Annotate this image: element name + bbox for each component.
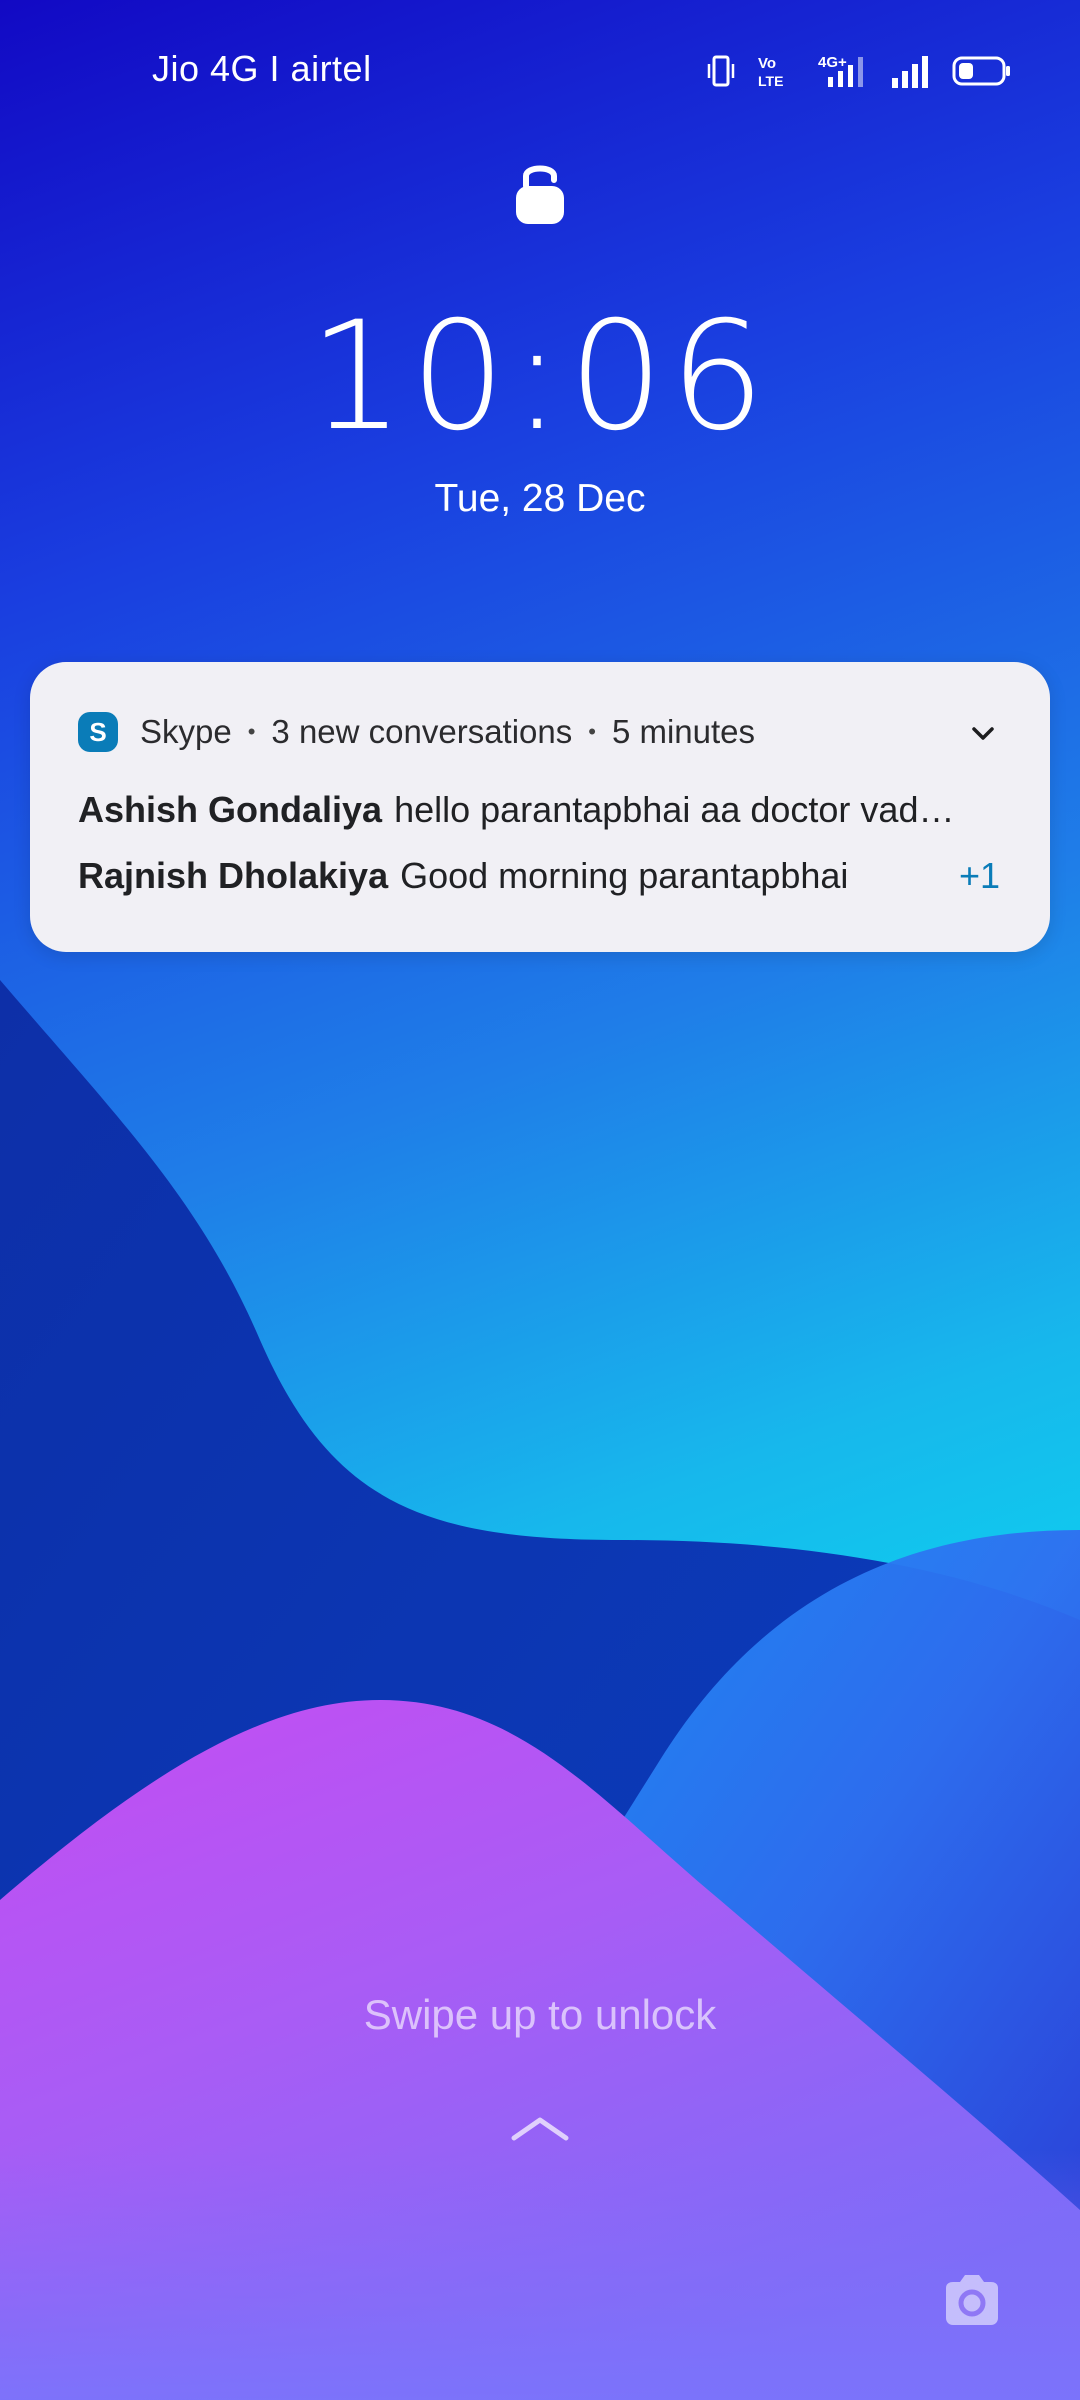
svg-text:4G+: 4G+: [818, 54, 847, 71]
lock-clock: 10:06: [308, 290, 772, 464]
separator-dot: •: [588, 719, 596, 744]
skype-icon: S: [78, 712, 118, 752]
chevron-up-icon[interactable]: [510, 2114, 570, 2142]
notification-header: S Skype • 3 new conversations • 5 minute…: [78, 710, 755, 754]
message-text: hello parantapbhai aa doctor vad…: [394, 789, 955, 830]
notification-time: 5 minutes: [611, 713, 756, 750]
app-name: Skype: [140, 713, 232, 750]
swipe-hint: Swipe up to unlock: [363, 1991, 717, 2038]
message-row: Ashish Gondaliya hello parantapbhai aa do…: [78, 786, 1014, 834]
skype-notification[interactable]: S Skype • 3 new conversations • 5 minute…: [30, 662, 1050, 952]
battery-icon: [952, 56, 1010, 86]
lock-screen: Jio 4G I airtel Vo LTE 4G+ 10:06 Tue, 28…: [0, 0, 1080, 2400]
carrier-label: Jio 4G I airtel: [152, 48, 372, 89]
status-icons: Vo LTE 4G+: [706, 50, 1012, 92]
volte-icon: Vo LTE: [758, 55, 783, 88]
message-text: Good morning parantapbhai: [400, 855, 849, 896]
signal-icon: [892, 56, 928, 88]
svg-text:Vo: Vo: [758, 55, 776, 72]
message-sender: Rajnish Dholakiya: [78, 855, 389, 896]
svg-text:S: S: [89, 717, 106, 747]
lock-icon: [516, 165, 564, 224]
more-messages-count: +1: [958, 855, 1000, 896]
4g-plus-icon: 4G+: [818, 54, 863, 87]
vibrate-icon: [707, 55, 735, 87]
chevron-down-icon[interactable]: [968, 718, 998, 748]
svg-text:LTE: LTE: [758, 73, 783, 88]
separator-dot: •: [247, 719, 256, 744]
camera-icon[interactable]: [940, 2272, 1004, 2328]
status-bar: Jio 4G I airtel Vo LTE 4G+: [0, 0, 1080, 140]
lock-date: Tue, 28 Dec: [434, 477, 646, 520]
message-row: Rajnish Dholakiya Good morning parantapbh…: [78, 852, 938, 900]
notification-summary: 3 new conversations: [271, 713, 573, 750]
message-sender: Ashish Gondaliya: [78, 789, 383, 830]
